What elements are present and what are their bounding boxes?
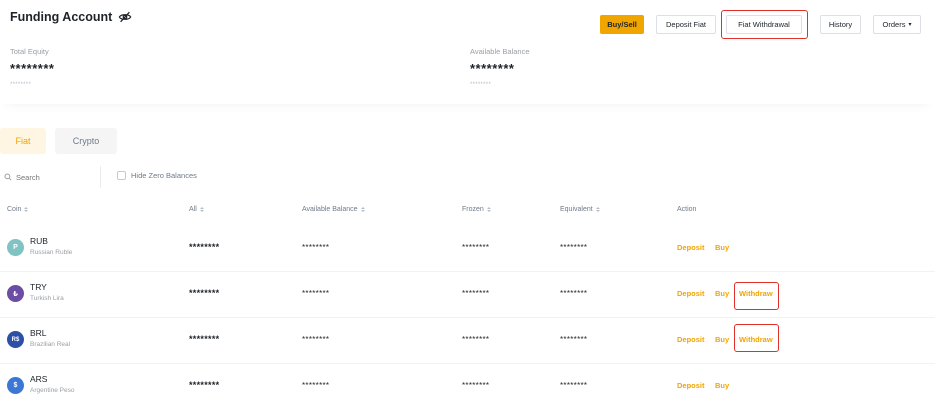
sort-icon [360,207,365,212]
lira-icon: ₺ [7,285,24,302]
account-header: Funding Account Buy/Sell Deposit Fiat Fi… [0,0,935,104]
total-equity-value: ******** [10,61,55,76]
deposit-link[interactable]: Deposit [677,243,705,252]
coin-name: Russian Ruble [30,249,73,256]
deposit-fiat-button[interactable]: Deposit Fiat [656,15,716,34]
total-equity-label: Total Equity [10,47,49,56]
cell-frozen: ******** [462,381,490,390]
column-header-action: Action [677,206,696,213]
coin-name: Turkish Lira [30,295,64,302]
cell-frozen: ******** [462,243,490,252]
caret-down-icon: ▾ [908,22,912,28]
column-header-all[interactable]: All [189,206,204,213]
filter-divider [100,166,101,188]
total-equity-sub: ******** [10,82,32,88]
table-row: R$ BRL Brazilian Real ******** ******** … [0,318,935,364]
coin-name: Brazilian Real [30,341,71,348]
column-header-label: Action [677,206,697,213]
column-header-coin[interactable]: Coin [7,206,29,213]
coin-code: TRY [30,282,47,292]
cell-all: ******** [189,334,220,344]
cell-available: ******** [302,381,330,390]
hide-zero-toggle[interactable]: Hide Zero Balances [117,171,197,180]
cell-equivalent: ******** [560,335,588,344]
table-row: ₺ TRY Turkish Lira ******** ******** ***… [0,272,935,318]
withdraw-highlight [734,324,779,352]
hide-zero-checkbox[interactable] [117,171,126,180]
page-title: Funding Account [10,10,132,24]
deposit-link[interactable]: Deposit [677,335,705,344]
column-header-label: Frozen [462,206,484,213]
orders-dropdown[interactable]: Orders ▾ [873,15,921,34]
sort-icon [486,207,491,212]
fiat-withdrawal-highlight [721,10,808,39]
sort-icon [595,207,600,212]
cell-frozen: ******** [462,335,490,344]
coin-code: BRL [30,328,47,338]
buy-sell-button[interactable]: Buy/Sell [600,15,644,34]
column-header-frozen[interactable]: Frozen [462,206,491,213]
deposit-link[interactable]: Deposit [677,289,705,298]
buy-link[interactable]: Buy [715,381,729,390]
cell-all: ******** [189,380,220,390]
history-button[interactable]: History [820,15,861,34]
buy-link[interactable]: Buy [715,335,729,344]
table-row: $ ARS Argentine Peso ******** ******** *… [0,364,935,410]
cell-all: ******** [189,242,220,252]
real-icon: R$ [7,331,24,348]
cell-all: ******** [189,288,220,298]
tab-crypto[interactable]: Crypto [55,128,117,154]
available-balance-label: Available Balance [470,47,530,56]
cell-available: ******** [302,289,330,298]
cell-available: ******** [302,335,330,344]
coin-name: Argentine Peso [30,387,75,394]
buy-link[interactable]: Buy [715,289,729,298]
available-balance-value: ******** [470,61,515,76]
peso-icon: $ [7,377,24,394]
orders-label: Orders [882,20,906,29]
column-header-label: All [189,206,197,213]
cell-equivalent: ******** [560,243,588,252]
buy-link[interactable]: Buy [715,243,729,252]
column-header-label: Equivalent [560,206,593,213]
column-header-available-balance[interactable]: Available Balance [302,206,365,213]
deposit-link[interactable]: Deposit [677,381,705,390]
available-balance-sub: ******** [470,82,492,88]
search-box[interactable] [4,170,100,184]
withdraw-highlight [734,282,779,310]
cell-equivalent: ******** [560,289,588,298]
ruble-icon: P [7,239,24,256]
page-title-text: Funding Account [10,10,113,24]
column-header-label: Available Balance [302,206,358,213]
hide-zero-label: Hide Zero Balances [131,171,197,180]
column-header-label: Coin [7,206,22,213]
eye-slash-icon[interactable] [118,10,132,24]
table-row: P RUB Russian Ruble ******** ******** **… [0,226,935,272]
tab-fiat[interactable]: Fiat [0,128,46,154]
coin-code: ARS [30,374,48,384]
coin-code: RUB [30,236,48,246]
cell-equivalent: ******** [560,381,588,390]
column-header-equivalent[interactable]: Equivalent [560,206,600,213]
cell-frozen: ******** [462,289,490,298]
search-icon [4,173,12,181]
sort-icon [199,207,204,212]
cell-available: ******** [302,243,330,252]
search-input[interactable] [16,172,96,182]
sort-icon [24,207,29,212]
